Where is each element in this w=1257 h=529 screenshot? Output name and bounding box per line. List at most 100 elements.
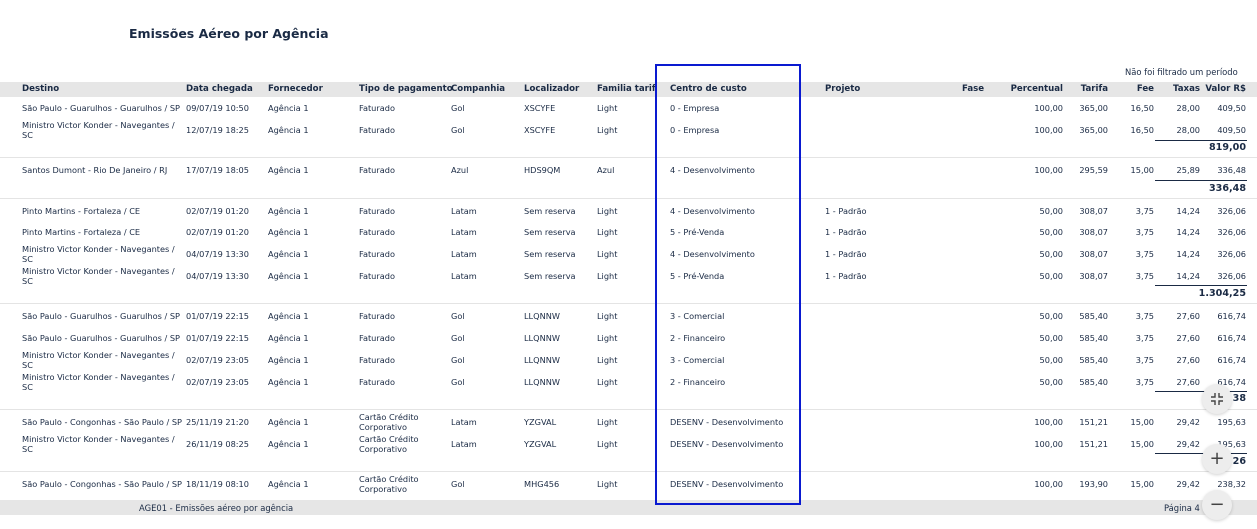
cell-fee: 3,75 xyxy=(1135,271,1154,281)
cell-destino: São Paulo - Guarulhos - Guarulhos / SP xyxy=(22,311,180,321)
cell-destino: São Paulo - Congonhas - São Paulo / SP xyxy=(22,479,182,489)
cell-destino: Ministro Victor Konder - Navegantes / SC xyxy=(22,266,175,286)
cell-percentual: 100,00 xyxy=(1034,103,1063,113)
cell-valor: 238,32 xyxy=(1217,479,1246,489)
cell-data-chegada: 04/07/19 13:30 xyxy=(186,271,249,281)
cell-projeto: 1 - Padrão xyxy=(825,227,867,237)
cell-localizador: Sem reserva xyxy=(524,249,576,259)
subtotal-value: 1.304,25 xyxy=(1198,288,1246,299)
cell-tipo-pagamento: Cartão Crédito Corporativo xyxy=(359,412,419,432)
cell-percentual: 50,00 xyxy=(1039,311,1063,321)
cell-tarifa: 308,07 xyxy=(1079,249,1108,259)
subtotal-rule xyxy=(1155,140,1247,141)
col-header-data-chegada: Data chegada xyxy=(186,84,253,94)
cell-data-chegada: 25/11/19 21:20 xyxy=(186,417,249,427)
cell-familia-tarifa: Light xyxy=(597,377,618,387)
cell-companhia: Gol xyxy=(451,479,465,489)
cell-companhia: Latam xyxy=(451,249,477,259)
col-header-familia-tarifa: Familia tarifa xyxy=(597,84,655,94)
cell-data-chegada: 26/11/19 08:25 xyxy=(186,439,249,449)
cell-fee: 3,75 xyxy=(1135,355,1154,365)
fit-page-button[interactable] xyxy=(1202,384,1232,414)
cell-familia-tarifa: Light xyxy=(597,417,618,427)
cell-localizador: Sem reserva xyxy=(524,271,576,281)
cell-fee: 15,00 xyxy=(1130,165,1154,175)
cell-fee: 3,75 xyxy=(1135,206,1154,216)
cell-valor: 616,74 xyxy=(1217,311,1246,321)
zoom-in-button[interactable]: + xyxy=(1202,444,1232,474)
cell-tipo-pagamento: Faturado xyxy=(359,249,395,259)
cell-percentual: 50,00 xyxy=(1039,355,1063,365)
cell-localizador: YZGVAL xyxy=(524,439,557,449)
cell-percentual: 100,00 xyxy=(1034,439,1063,449)
cell-destino: Ministro Victor Konder - Navegantes / SC xyxy=(22,244,175,264)
cell-fee: 15,00 xyxy=(1130,479,1154,489)
cell-data-chegada: 02/07/19 01:20 xyxy=(186,206,249,216)
cell-localizador: LLQNNW xyxy=(524,355,560,365)
cell-valor: 616,74 xyxy=(1217,355,1246,365)
cell-destino: Ministro Victor Konder - Navegantes / SC xyxy=(22,120,175,140)
col-header-fase: Fase xyxy=(962,84,985,94)
cell-data-chegada: 04/07/19 13:30 xyxy=(186,249,249,259)
cell-fornecedor: Agência 1 xyxy=(268,479,309,489)
cell-companhia: Azul xyxy=(451,165,469,175)
cell-companhia: Gol xyxy=(451,311,465,321)
cell-fornecedor: Agência 1 xyxy=(268,165,309,175)
cell-localizador: MHG456 xyxy=(524,479,560,489)
cell-percentual: 50,00 xyxy=(1039,249,1063,259)
cell-fornecedor: Agência 1 xyxy=(268,417,309,427)
cell-valor: 336,48 xyxy=(1217,165,1246,175)
cell-familia-tarifa: Light xyxy=(597,125,618,135)
cell-tipo-pagamento: Faturado xyxy=(359,355,395,365)
cell-tipo-pagamento: Faturado xyxy=(359,103,395,113)
cell-valor: 326,06 xyxy=(1217,206,1246,216)
cell-tarifa: 308,07 xyxy=(1079,227,1108,237)
zoom-out-button[interactable]: − xyxy=(1202,490,1232,520)
cell-fee: 15,00 xyxy=(1130,417,1154,427)
cell-destino: São Paulo - Congonhas - São Paulo / SP xyxy=(22,417,182,427)
cell-tipo-pagamento: Faturado xyxy=(359,271,395,281)
cell-tipo-pagamento: Faturado xyxy=(359,227,395,237)
cell-tarifa: 585,40 xyxy=(1079,311,1108,321)
cell-destino: Ministro Victor Konder - Navegantes / SC xyxy=(22,372,175,392)
cell-taxas: 25,89 xyxy=(1176,165,1200,175)
cell-valor: 326,06 xyxy=(1217,271,1246,281)
cell-tarifa: 193,90 xyxy=(1079,479,1108,489)
footer-page-number: Página 4 xyxy=(1164,503,1200,513)
cell-fornecedor: Agência 1 xyxy=(268,271,309,281)
col-header-projeto: Projeto xyxy=(825,84,861,94)
group-separator xyxy=(0,471,1257,472)
cell-familia-tarifa: Light xyxy=(597,311,618,321)
cell-data-chegada: 02/07/19 01:20 xyxy=(186,227,249,237)
cell-familia-tarifa: Light xyxy=(597,333,618,343)
centro-de-custo-highlight xyxy=(655,64,801,505)
cell-fee: 3,75 xyxy=(1135,249,1154,259)
subtotal-rule xyxy=(1155,285,1247,286)
cell-taxas: 28,00 xyxy=(1176,103,1200,113)
cell-localizador: XSCYFE xyxy=(524,125,556,135)
cell-taxas: 27,60 xyxy=(1176,377,1200,387)
cell-tipo-pagamento: Faturado xyxy=(359,206,395,216)
cell-destino: Ministro Victor Konder - Navegantes / SC xyxy=(22,434,175,454)
cell-valor: 195,63 xyxy=(1217,417,1246,427)
col-header-valor: Valor R$ xyxy=(1205,84,1246,94)
cell-companhia: Latam xyxy=(451,227,477,237)
cell-fornecedor: Agência 1 xyxy=(268,103,309,113)
cell-companhia: Latam xyxy=(451,417,477,427)
cell-companhia: Gol xyxy=(451,333,465,343)
cell-fornecedor: Agência 1 xyxy=(268,311,309,321)
col-header-destino: Destino xyxy=(22,84,60,94)
cell-tarifa: 151,21 xyxy=(1079,439,1108,449)
cell-tipo-pagamento: Faturado xyxy=(359,311,395,321)
cell-data-chegada: 01/07/19 22:15 xyxy=(186,333,249,343)
cell-taxas: 14,24 xyxy=(1176,271,1200,281)
collapse-arrows-icon xyxy=(1211,393,1223,405)
cell-taxas: 27,60 xyxy=(1176,311,1200,321)
cell-valor: 616,74 xyxy=(1217,333,1246,343)
cell-tarifa: 585,40 xyxy=(1079,377,1108,387)
group-separator xyxy=(0,157,1257,158)
subtotal-rule xyxy=(1155,453,1247,454)
cell-valor: 409,50 xyxy=(1217,125,1246,135)
col-header-tipo-pagamento: Tipo de pagamento xyxy=(359,84,453,94)
cell-percentual: 100,00 xyxy=(1034,479,1063,489)
